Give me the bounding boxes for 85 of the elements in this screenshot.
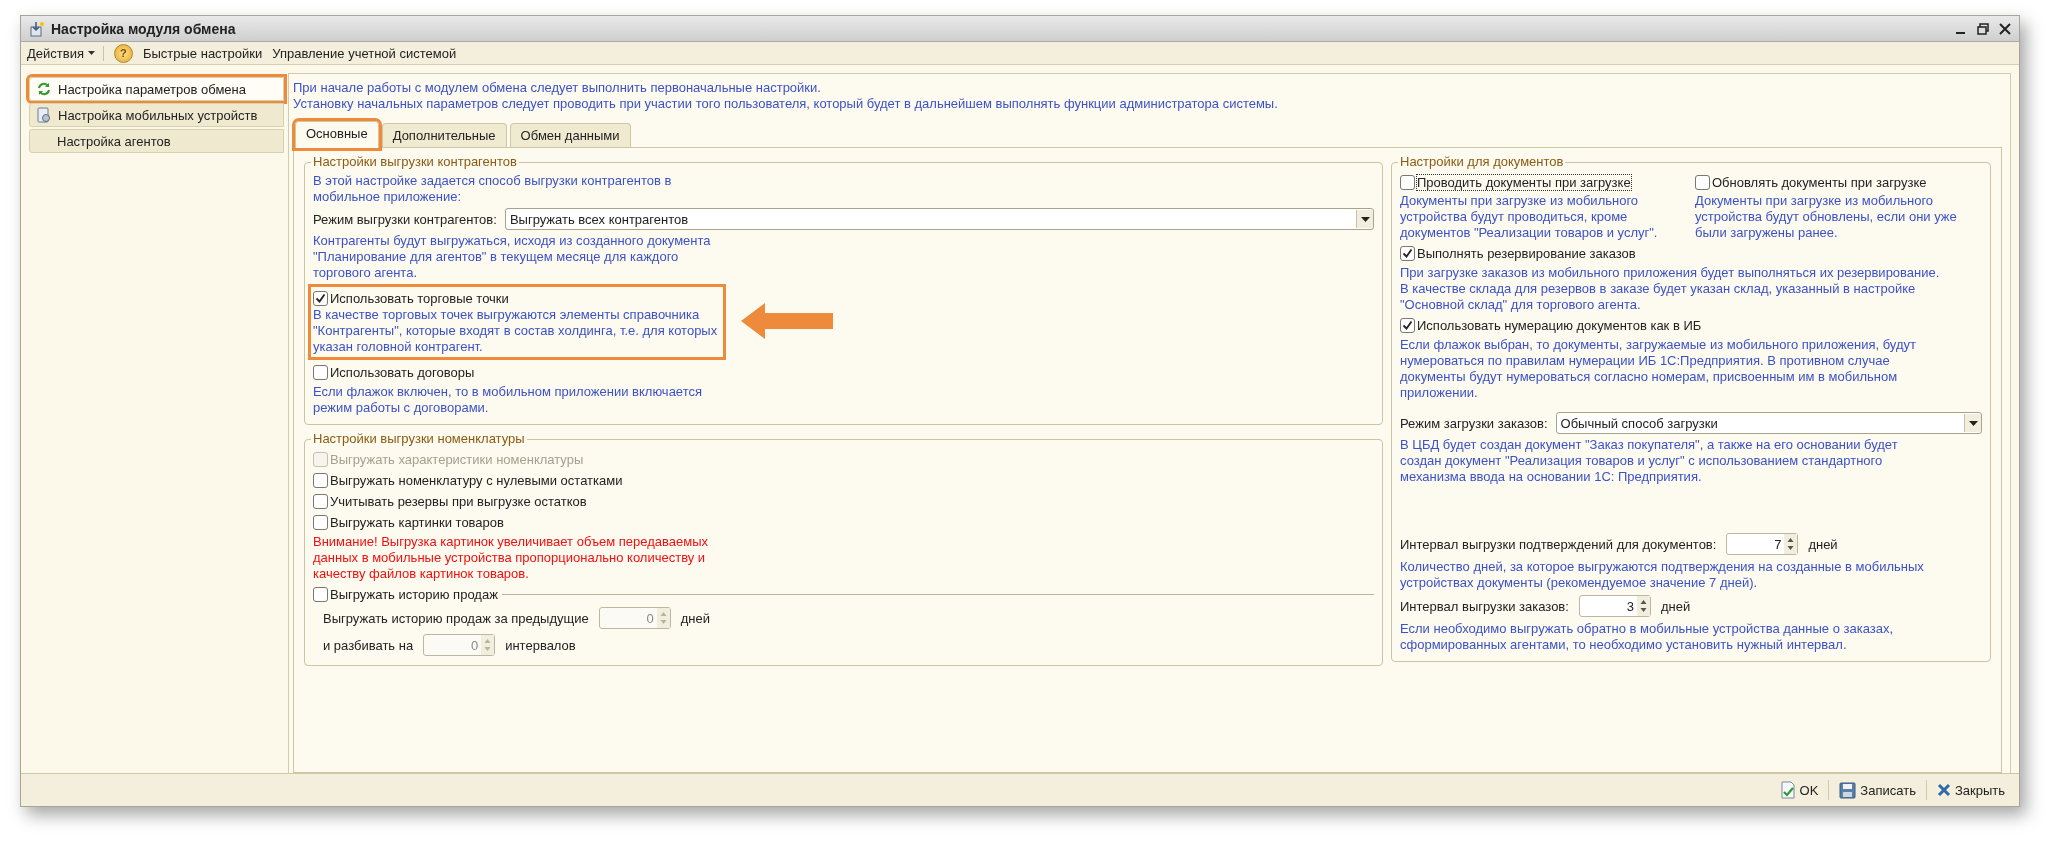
checkbox[interactable] bbox=[1400, 245, 1415, 261]
dropdown-field[interactable]: Обычный способ загрузки bbox=[1555, 412, 1982, 434]
description-text: Если флажок включен, то в мобильном приложении включается режим работы с договорами. bbox=[313, 384, 704, 416]
field-label: Выгружать историю продаж за предыдущие bbox=[323, 610, 589, 626]
checkbox[interactable] bbox=[1400, 174, 1415, 190]
field-label: Режим выгрузки контрагентов: bbox=[313, 211, 497, 227]
toolbar-link[interactable]: Быстрые настройки bbox=[142, 45, 263, 61]
restore-icon[interactable] bbox=[1977, 22, 1989, 35]
number-field[interactable]: 7 bbox=[1726, 533, 1799, 555]
warning-text: Внимание! Выгрузка картинок увеличивает объем передаваемых данных в мобильные устройства пропорционально количеству и качеству файлов картинок товаров. bbox=[313, 534, 710, 582]
sidebar-item[interactable]: Настройка мобильных устройств bbox=[29, 103, 284, 127]
unit-label: дней bbox=[1808, 536, 1838, 552]
sidebar-item[interactable]: Настройка параметров обмена bbox=[29, 77, 284, 101]
group-title: Настройки для документов bbox=[1398, 154, 1566, 169]
checkbox-label[interactable]: Проводить документы при загрузке bbox=[1417, 174, 1631, 190]
description-text: В этой настройке задается способ выгрузки контрагентов в мобильное приложение: bbox=[313, 173, 673, 205]
app-icon bbox=[29, 20, 45, 37]
footer-button[interactable]: OK bbox=[1799, 782, 1819, 798]
intro-text: При начале работы с модулем обмена следует выполнить первоначальные настройки. bbox=[293, 80, 822, 96]
description-text: Документы при загрузке из мобильного устройства будут обновлены, если они уже были загружены ранее. bbox=[1695, 193, 1958, 241]
description-text: Количество дней, за которое выгружаются подтверждения на созданные в мобильных устройствах документы (рекомендуемое значение 7 дней). bbox=[1400, 559, 1925, 591]
checkbox-label[interactable]: Учитывать резервы при выгрузке остатков bbox=[330, 493, 587, 509]
caret-icon bbox=[1968, 420, 1978, 426]
description-text: При загрузке заказов из мобильного приложения будет выполняться их резервирование. В качестве склада для резервов в заказе будет указан склад, указанный в настройке "Основной склад" для торгового агента. bbox=[1400, 265, 1941, 313]
help-button[interactable]: ? bbox=[113, 43, 133, 63]
group-title: Настройки выгрузки контрагентов bbox=[311, 154, 519, 169]
toolbar-link[interactable]: Управление учетной системой bbox=[272, 45, 457, 61]
caret-icon bbox=[1360, 216, 1370, 222]
number-field: 0 bbox=[598, 607, 671, 629]
document-check-icon[interactable] bbox=[1779, 781, 1796, 799]
tab[interactable]: Основные bbox=[295, 121, 379, 148]
number-field: 0 bbox=[423, 634, 496, 656]
footer-button[interactable]: Закрыть bbox=[1954, 782, 2005, 798]
checkbox-label[interactable]: Использовать торговые точки bbox=[330, 290, 509, 306]
tab[interactable]: Обмен данными bbox=[509, 123, 631, 147]
checkbox[interactable] bbox=[313, 472, 328, 488]
checkbox-label[interactable]: Обновлять документы при загрузке bbox=[1712, 174, 1927, 190]
field-label: Интервал выгрузки заказов: bbox=[1400, 598, 1569, 614]
field-label: Режим загрузки заказов: bbox=[1400, 415, 1548, 431]
sidebar-item[interactable]: Настройка агентов bbox=[29, 129, 284, 153]
checkbox[interactable] bbox=[313, 290, 328, 306]
checkbox-label[interactable]: Выполнять резервирование заказов bbox=[1417, 245, 1636, 261]
menu-label[interactable]: Действия bbox=[27, 45, 84, 61]
checkbox[interactable] bbox=[1695, 174, 1710, 190]
stepper-icon[interactable] bbox=[1784, 534, 1798, 554]
check-icon bbox=[1402, 319, 1413, 331]
checkbox-label[interactable]: Использовать нумерацию документов как в ИБ bbox=[1417, 317, 1702, 333]
unit-label: интервалов bbox=[505, 637, 576, 653]
checkbox-label[interactable]: Выгружать картинки товаров bbox=[330, 514, 504, 530]
dropdown-button[interactable] bbox=[1356, 210, 1373, 228]
stepper-icon bbox=[656, 608, 670, 628]
device-settings-icon bbox=[36, 107, 52, 123]
checkbox[interactable] bbox=[1400, 317, 1415, 333]
description-text: В качестве торговых точек выгружаются элементы справочника "Контрагенты", которые входят в состав холдинга, т.е. для которых указан головной контрагент. bbox=[313, 307, 718, 355]
field-label: Интервал выгрузки подтверждений для документов: bbox=[1400, 536, 1717, 552]
checkbox-label[interactable]: Использовать договоры bbox=[330, 364, 475, 380]
check-icon bbox=[1402, 247, 1413, 259]
field-label: и разбивать на bbox=[323, 637, 414, 653]
description-text: В ЦБД будет создан документ "Заказ покупателя", а также на его основании будет создан документ "Реализация товаров и услуг" с использованием стандартного механизма ввода на основании 1С: Предприятия. bbox=[1400, 437, 1899, 485]
description-text: Если флажок выбран, то документы, загружаемые из мобильного приложения, будут нумероваться по правилам нумерации ИБ 1С:Предприятия. В противном случае документы будут нумероваться согласно номерам, присвоенным им в мобильном приложении. bbox=[1400, 337, 1917, 401]
tab[interactable]: Дополнительные bbox=[381, 123, 507, 147]
intro-text: Установку начальных параметров следует проводить при участии того пользователя, который будет в дальнейшем выполнять функции администратора системы. bbox=[293, 96, 1279, 112]
description-text: Если необходимо выгружать обратно в мобильные устройства данные о заказах, сформированных агентами, то необходимо установить нужный интервал. bbox=[1400, 621, 1895, 653]
checkbox[interactable] bbox=[313, 586, 328, 602]
caret-icon bbox=[87, 51, 95, 55]
unit-label: дней bbox=[1660, 598, 1691, 614]
window-title: Настройка модуля обмена bbox=[51, 20, 237, 37]
checkbox[interactable] bbox=[313, 493, 328, 509]
check-icon bbox=[315, 292, 326, 304]
stepper-icon bbox=[481, 635, 495, 655]
checkbox-label[interactable]: Выгружать номенклатуру с нулевыми остатками bbox=[330, 472, 623, 488]
unit-label: дней bbox=[680, 610, 710, 626]
close-icon[interactable] bbox=[1999, 22, 2011, 35]
group-title: Настройки выгрузки номенклатуры bbox=[311, 431, 527, 446]
refresh-icon bbox=[36, 81, 52, 97]
dropdown-button[interactable] bbox=[1964, 414, 1981, 432]
description-text: Документы при загрузке из мобильного устройства будут проводиться, кроме документов "Реализации товаров и услуг". bbox=[1400, 193, 1659, 241]
number-field[interactable]: 3 bbox=[1578, 595, 1651, 617]
checkbox[interactable] bbox=[313, 364, 328, 380]
dropdown-field[interactable]: Выгружать всех контрагентов bbox=[504, 208, 1374, 230]
description-text: Контрагенты будут выгружаться, исходя из созданного документа "Планирование для агентов" в текущем месяце для каждого торгового агента. bbox=[313, 233, 712, 281]
stepper-icon[interactable] bbox=[1636, 596, 1650, 616]
checkbox-label[interactable]: Выгружать историю продаж bbox=[330, 586, 498, 602]
checkbox[interactable] bbox=[313, 514, 328, 530]
footer-button[interactable]: Записать bbox=[1860, 782, 1916, 798]
